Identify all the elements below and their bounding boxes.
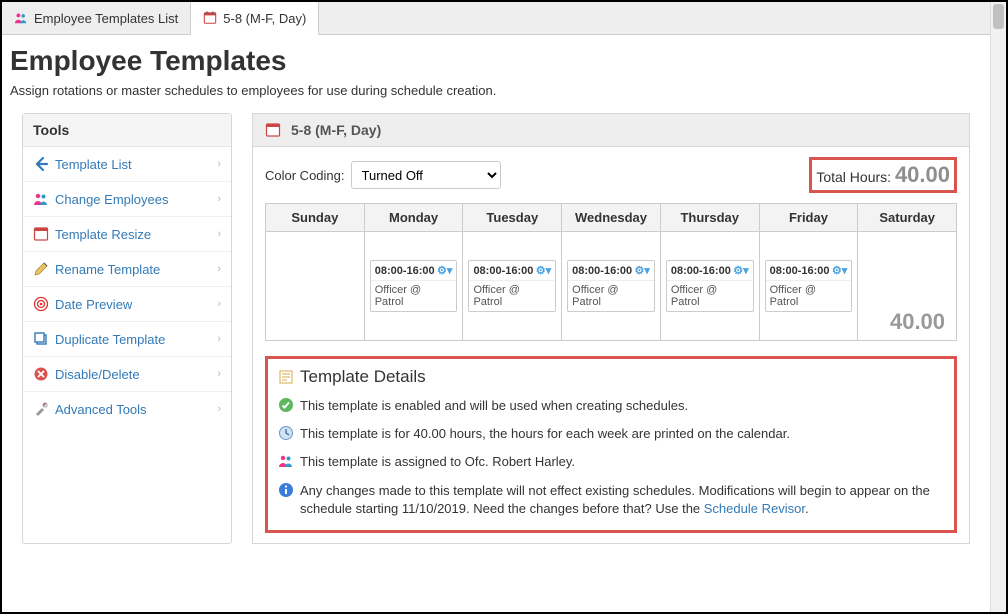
detail-assigned-line: This template is assigned to Ofc. Robert… — [278, 453, 944, 471]
tools-sidebar: Tools Template List› Change Employees› T… — [22, 113, 232, 544]
day-cell[interactable]: 08:00-16:00⚙▾ Officer @ Patrol — [365, 232, 463, 340]
total-hours-box: Total Hours: 40.00 — [809, 157, 957, 193]
schedule-revisor-link[interactable]: Schedule Revisor — [704, 501, 805, 516]
chevron-right-icon: › — [217, 298, 221, 310]
color-coding-label: Color Coding: — [265, 168, 345, 183]
scrollbar-thumb[interactable] — [993, 4, 1004, 29]
gear-icon[interactable]: ⚙▾ — [733, 264, 748, 277]
pencil-icon — [33, 261, 49, 277]
page-title: Employee Templates — [10, 45, 982, 77]
target-icon — [33, 296, 49, 312]
calendar-icon — [203, 11, 217, 25]
tool-template-list[interactable]: Template List› — [23, 147, 231, 182]
day-cell[interactable] — [266, 232, 364, 340]
total-hours-label: Total Hours: — [816, 169, 891, 185]
total-hours-value: 40.00 — [895, 162, 950, 187]
shift-block[interactable]: 08:00-16:00⚙▾ Officer @ Patrol — [765, 260, 853, 312]
people-icon — [14, 11, 28, 25]
calendar-icon — [265, 122, 281, 138]
tab-template-detail[interactable]: 5-8 (M-F, Day) — [191, 2, 319, 35]
delete-icon — [33, 366, 49, 382]
chevron-right-icon: › — [217, 333, 221, 345]
detail-hours-line: This template is for 40.00 hours, the ho… — [278, 425, 944, 443]
chevron-right-icon: › — [217, 403, 221, 415]
control-row: Color Coding: Turned Off Total Hours: 40… — [265, 157, 957, 193]
duplicate-icon — [33, 331, 49, 347]
gear-icon[interactable]: ⚙▾ — [832, 264, 847, 277]
template-details-heading: Template Details — [278, 367, 944, 387]
people-icon — [33, 191, 49, 207]
chevron-right-icon: › — [217, 193, 221, 205]
gear-icon[interactable]: ⚙▾ — [634, 264, 649, 277]
day-monday: Monday 08:00-16:00⚙▾ Officer @ Patrol — [365, 204, 464, 340]
chevron-right-icon: › — [217, 158, 221, 170]
day-thursday: Thursday 08:00-16:00⚙▾ Officer @ Patrol — [661, 204, 760, 340]
shift-block[interactable]: 08:00-16:00⚙▾ Officer @ Patrol — [666, 260, 754, 312]
tool-disable-delete[interactable]: Disable/Delete› — [23, 357, 231, 392]
vertical-scrollbar[interactable] — [990, 2, 1006, 612]
day-cell[interactable]: 08:00-16:00⚙▾ Officer @ Patrol — [661, 232, 759, 340]
detail-title: 5-8 (M-F, Day) — [291, 122, 381, 138]
tab-employee-templates-list[interactable]: Employee Templates List — [2, 2, 191, 34]
page-subtitle: Assign rotations or master schedules to … — [10, 83, 982, 98]
day-cell[interactable]: 08:00-16:00⚙▾ Officer @ Patrol — [463, 232, 561, 340]
chevron-right-icon: › — [217, 368, 221, 380]
day-tuesday: Tuesday 08:00-16:00⚙▾ Officer @ Patrol — [463, 204, 562, 340]
tool-advanced-tools[interactable]: Advanced Tools› — [23, 392, 231, 426]
shift-block[interactable]: 08:00-16:00⚙▾ Officer @ Patrol — [567, 260, 655, 312]
info-icon — [278, 482, 294, 498]
chevron-right-icon: › — [217, 228, 221, 240]
clock-icon — [278, 425, 294, 441]
sidebar-header: Tools — [23, 114, 231, 147]
check-icon — [278, 397, 294, 413]
tool-date-preview[interactable]: Date Preview› — [23, 287, 231, 322]
tab-label: 5-8 (M-F, Day) — [223, 11, 306, 26]
day-sunday: Sunday — [266, 204, 365, 340]
detail-panel: 5-8 (M-F, Day) Color Coding: Turned Off … — [252, 113, 970, 544]
shift-block[interactable]: 08:00-16:00⚙▾ Officer @ Patrol — [468, 260, 556, 312]
day-cell[interactable]: 08:00-16:00⚙▾ Officer @ Patrol — [562, 232, 660, 340]
people-icon — [278, 453, 294, 469]
tab-bar: Employee Templates List 5-8 (M-F, Day) — [2, 2, 990, 35]
day-saturday: Saturday 40.00 — [858, 204, 956, 340]
notes-icon — [278, 369, 294, 385]
tool-template-resize[interactable]: Template Resize› — [23, 217, 231, 252]
day-cell[interactable]: 40.00 — [858, 232, 956, 340]
gear-icon[interactable]: ⚙▾ — [437, 264, 452, 277]
tool-change-employees[interactable]: Change Employees› — [23, 182, 231, 217]
row-total: 40.00 — [863, 309, 951, 335]
day-cell[interactable]: 08:00-16:00⚙▾ Officer @ Patrol — [760, 232, 858, 340]
day-friday: Friday 08:00-16:00⚙▾ Officer @ Patrol — [760, 204, 859, 340]
color-coding-select[interactable]: Turned Off — [351, 161, 501, 189]
template-details-box: Template Details This template is enable… — [265, 356, 957, 533]
detail-enabled-line: This template is enabled and will be use… — [278, 397, 944, 415]
chevron-right-icon: › — [217, 263, 221, 275]
tool-rename-template[interactable]: Rename Template› — [23, 252, 231, 287]
tools-icon — [33, 401, 49, 417]
shift-block[interactable]: 08:00-16:00⚙▾ Officer @ Patrol — [370, 260, 458, 312]
gear-icon[interactable]: ⚙▾ — [536, 264, 551, 277]
detail-changes-line: Any changes made to this template will n… — [278, 482, 944, 518]
day-wednesday: Wednesday 08:00-16:00⚙▾ Officer @ Patrol — [562, 204, 661, 340]
calendar-icon — [33, 226, 49, 242]
tab-label: Employee Templates List — [34, 11, 178, 26]
title-area: Employee Templates Assign rotations or m… — [2, 35, 990, 113]
detail-header: 5-8 (M-F, Day) — [252, 113, 970, 147]
week-grid: Sunday Monday 08:00-16:00⚙▾ Officer @ Pa… — [265, 203, 957, 341]
arrow-left-icon — [33, 156, 49, 172]
tool-duplicate-template[interactable]: Duplicate Template› — [23, 322, 231, 357]
